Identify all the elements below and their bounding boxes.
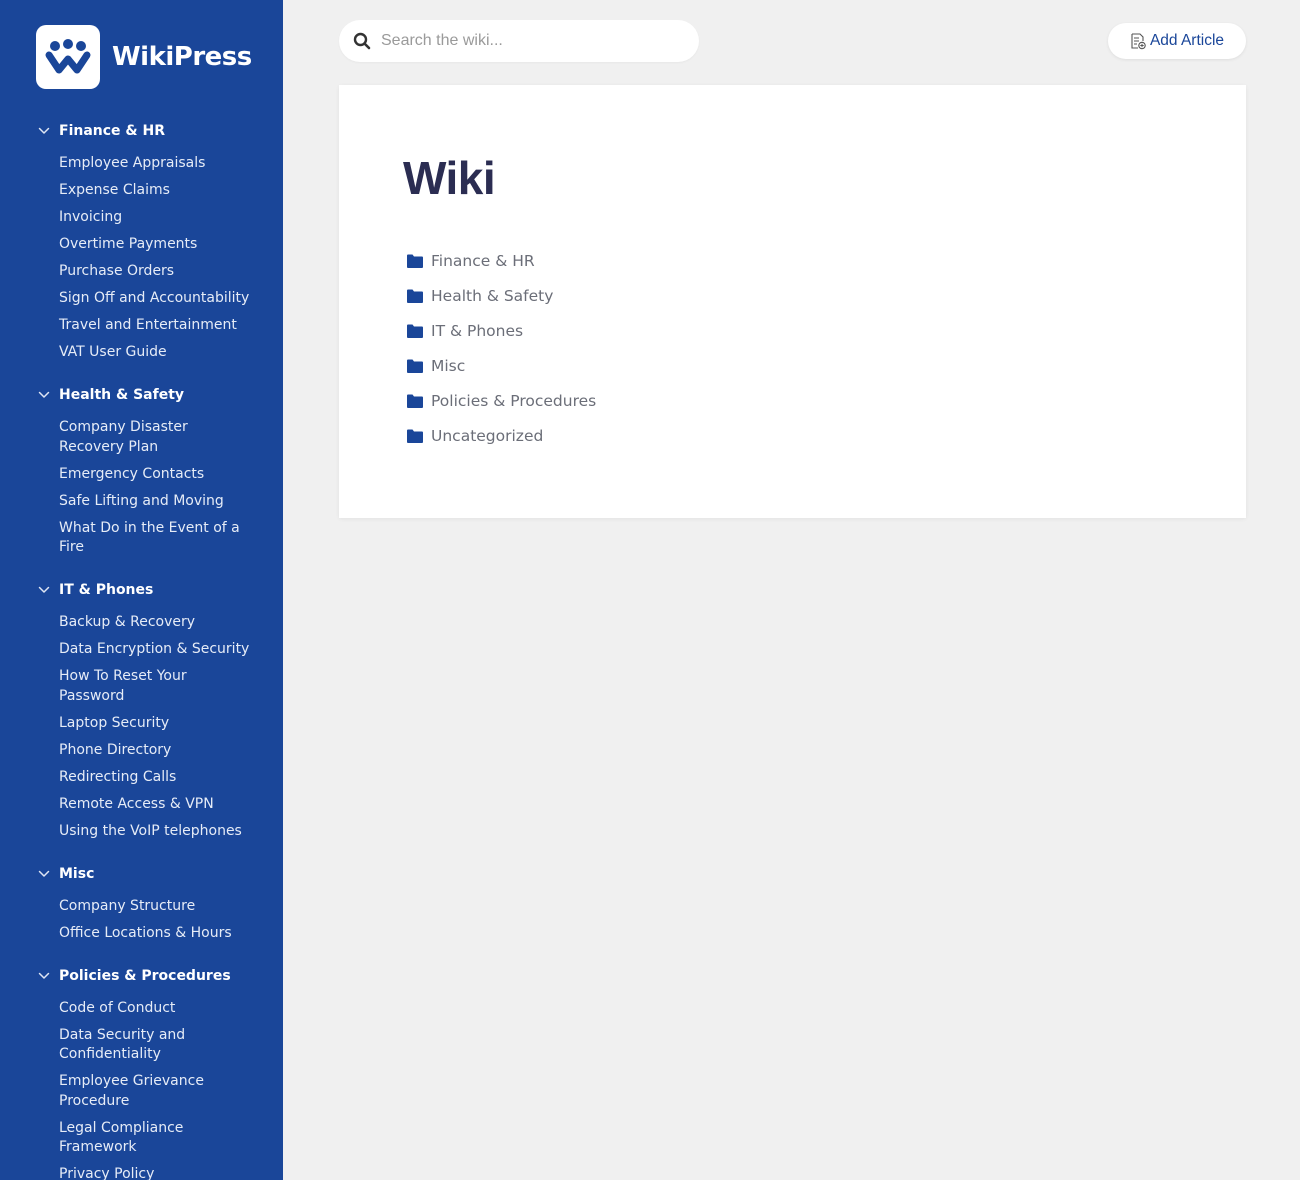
sidebar-item[interactable]: Company Disaster Recovery Plan xyxy=(59,418,254,457)
sidebar-group-title: Misc xyxy=(59,865,95,882)
category-item[interactable]: Misc xyxy=(407,351,596,381)
sidebar-item[interactable]: How To Reset Your Password xyxy=(59,667,254,706)
category-label: Health & Safety xyxy=(431,287,554,305)
sidebar-item[interactable]: Phone Directory xyxy=(59,741,254,761)
sidebar-group-header[interactable]: Misc xyxy=(0,861,283,887)
sidebar-group-header[interactable]: IT & Phones xyxy=(0,577,283,603)
category-label: IT & Phones xyxy=(431,322,524,340)
category-item[interactable]: Policies & Procedures xyxy=(407,386,596,416)
chevron-down-icon[interactable] xyxy=(37,969,51,983)
folder-icon xyxy=(407,324,423,338)
sidebar-item[interactable]: Purchase Orders xyxy=(59,262,254,282)
sidebar-group-header[interactable]: Policies & Procedures xyxy=(0,963,283,989)
sidebar-item[interactable]: Laptop Security xyxy=(59,714,254,734)
category-label: Uncategorized xyxy=(431,427,544,445)
sidebar-group-items: Employee Appraisals Expense Claims Invoici… xyxy=(0,144,283,382)
brand-logo[interactable]: WikiPress xyxy=(36,25,252,89)
sidebar-item[interactable]: Travel and Entertainment xyxy=(59,316,254,336)
sidebar-item[interactable]: Using the VoIP telephones xyxy=(59,822,254,842)
sidebar: WikiPress Finance & HR Employee Appraisal… xyxy=(0,0,283,1180)
search-bar[interactable] xyxy=(339,20,699,62)
sidebar-item[interactable]: Expense Claims xyxy=(59,181,254,201)
chevron-down-icon[interactable] xyxy=(37,867,51,881)
sidebar-item[interactable]: What Do in the Event of a Fire xyxy=(59,519,254,558)
folder-icon xyxy=(407,429,423,443)
category-item[interactable]: Finance & HR xyxy=(407,246,596,276)
category-label: Finance & HR xyxy=(431,252,535,270)
sidebar-item[interactable]: Emergency Contacts xyxy=(59,465,254,485)
sidebar-item[interactable]: Invoicing xyxy=(59,208,254,228)
sidebar-item[interactable]: Data Encryption & Security xyxy=(59,640,254,660)
sidebar-nav: Finance & HR Employee Appraisals Expense C… xyxy=(0,118,283,1180)
chevron-down-icon[interactable] xyxy=(37,388,51,402)
chevron-down-icon[interactable] xyxy=(37,583,51,597)
sidebar-group-items: Company Disaster Recovery Plan Emergency … xyxy=(0,408,283,577)
sidebar-item[interactable]: Overtime Payments xyxy=(59,235,254,255)
search-input[interactable] xyxy=(381,32,681,50)
add-document-icon xyxy=(1131,32,1146,49)
sidebar-item[interactable]: Employee Grievance Procedure xyxy=(59,1072,254,1111)
sidebar-group-title: Policies & Procedures xyxy=(59,967,231,984)
add-article-label: Add Article xyxy=(1149,32,1225,49)
page-title: Wiki xyxy=(403,152,496,204)
sidebar-item[interactable]: Data Security and Confidentiality xyxy=(59,1026,254,1065)
sidebar-item[interactable]: Company Structure xyxy=(59,897,254,917)
sidebar-group-items: Code of Conduct Data Security and Confide… xyxy=(0,989,283,1180)
sidebar-item[interactable]: Remote Access & VPN xyxy=(59,795,254,815)
sidebar-group-title: Finance & HR xyxy=(59,123,165,139)
sidebar-group-header[interactable]: Finance & HR xyxy=(0,118,283,144)
sidebar-group-title: IT & Phones xyxy=(59,582,154,598)
add-article-button[interactable]: Add Article xyxy=(1108,23,1246,59)
chevron-down-icon[interactable] xyxy=(37,124,51,138)
category-item[interactable]: Uncategorized xyxy=(407,421,596,451)
sidebar-item[interactable]: Backup & Recovery xyxy=(59,613,254,633)
sidebar-item[interactable]: Employee Appraisals xyxy=(59,154,254,174)
category-label: Policies & Procedures xyxy=(431,392,597,410)
sidebar-group-items: Company Structure Office Locations & Hour… xyxy=(0,887,283,963)
brand-name: WikiPress xyxy=(112,42,252,72)
category-item[interactable]: IT & Phones xyxy=(407,316,596,346)
category-label: Misc xyxy=(431,357,466,375)
sidebar-item[interactable]: Office Locations & Hours xyxy=(59,924,254,944)
category-item[interactable]: Health & Safety xyxy=(407,281,596,311)
sidebar-item[interactable]: Sign Off and Accountability xyxy=(59,289,254,309)
sidebar-group-title: Health & Safety xyxy=(59,387,185,403)
sidebar-item[interactable]: Redirecting Calls xyxy=(59,768,254,788)
sidebar-item[interactable]: Privacy Policy xyxy=(59,1165,254,1180)
folder-icon xyxy=(407,254,423,268)
sidebar-group-items: Backup & Recovery Data Encryption & Secur… xyxy=(0,603,283,861)
wikipress-logo-icon xyxy=(36,25,100,89)
folder-icon xyxy=(407,289,423,303)
sidebar-item[interactable]: Safe Lifting and Moving xyxy=(59,492,254,512)
category-list: Finance & HR Health & Safety IT & Phones Mi… xyxy=(407,246,596,456)
sidebar-item[interactable]: VAT User Guide xyxy=(59,343,254,363)
main-card: Wiki Finance & HR Health & Safety IT & Pho… xyxy=(339,85,1246,518)
sidebar-item[interactable]: Legal Compliance Framework xyxy=(59,1119,254,1158)
search-icon xyxy=(353,32,371,50)
folder-icon xyxy=(407,359,423,373)
sidebar-item[interactable]: Code of Conduct xyxy=(59,999,254,1019)
folder-icon xyxy=(407,394,423,408)
sidebar-group-header[interactable]: Health & Safety xyxy=(0,382,283,408)
